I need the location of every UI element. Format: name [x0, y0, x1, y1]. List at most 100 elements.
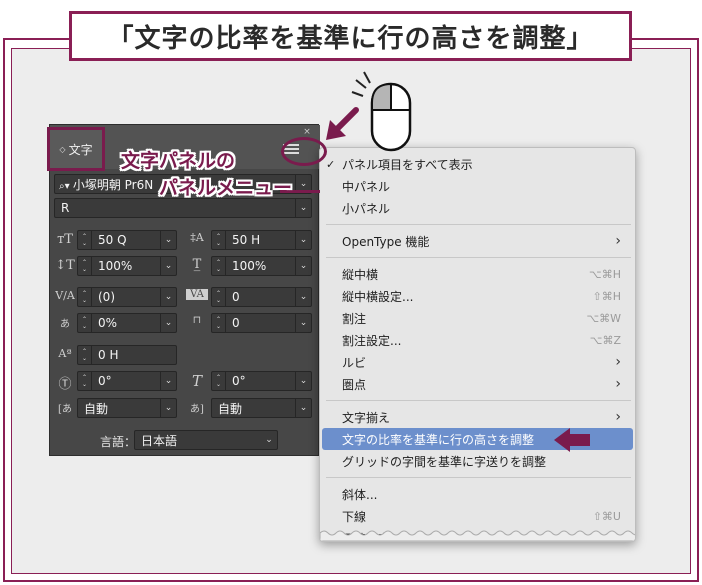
- horizontal-scale-value: 100%: [232, 259, 267, 273]
- chevron-down-icon: ⌄: [295, 314, 311, 332]
- menu-item-medium-panel[interactable]: 中パネル: [320, 175, 635, 197]
- aki-after-value: 自動: [218, 401, 243, 416]
- font-style-value: R: [61, 201, 70, 215]
- stepper-icon[interactable]: ⌃ ⌄: [78, 372, 92, 390]
- tracking-field[interactable]: ⌃ ⌄ 0 ⌄: [211, 287, 312, 307]
- callout-text: 文字パネルの パネルメニュー: [121, 148, 292, 202]
- baseline-shift-icon: Aª: [58, 347, 72, 360]
- tsume-field[interactable]: ⌃ ⌄ 0% ⌄: [77, 313, 177, 333]
- menu-item-label: 下線: [342, 509, 367, 524]
- tsume-icon: あ: [60, 319, 70, 330]
- baseline-shift-field[interactable]: ⌃ ⌄ 0 H: [77, 345, 177, 365]
- stepper-icon[interactable]: ⌃ ⌄: [212, 372, 226, 390]
- skew-icon: T: [191, 372, 202, 390]
- font-size-value: 50 Q: [98, 233, 127, 247]
- menu-item-label: 文字揃え: [342, 410, 391, 425]
- kerning-field[interactable]: ⌃ ⌄ (0) ⌄: [77, 287, 177, 307]
- menu-item-shortcut: ⇧⌘U: [592, 509, 621, 523]
- stepper-icon[interactable]: ⌃ ⌄: [78, 257, 92, 275]
- stepper-icon[interactable]: ⌃ ⌄: [78, 231, 92, 249]
- menu-item-tatechuyoko[interactable]: 縦中横 ⌥⌘H: [320, 263, 635, 285]
- leading-field[interactable]: ⌃ ⌄ 50 H ⌄: [211, 230, 312, 250]
- vertical-scale-field[interactable]: ⌃ ⌄ 100% ⌄: [77, 256, 177, 276]
- close-icon[interactable]: ×: [302, 127, 312, 137]
- chevron-down-icon: ⌄: [160, 372, 176, 390]
- menu-item-label: 割注設定...: [342, 333, 402, 348]
- rotation-icon: Ⓣ: [58, 377, 72, 392]
- stepper-icon[interactable]: ⌃ ⌄: [78, 314, 92, 332]
- menu-item-ruby[interactable]: ルビ ›: [320, 351, 635, 373]
- menu-item-shortcut: ⇧⌘H: [592, 289, 622, 303]
- menu-item-shortcut: ⌥⌘Z: [589, 333, 621, 347]
- menu-item-label: グリッドの字間を基準に字送りを調整: [342, 454, 547, 469]
- menu-item-warichu[interactable]: 割注 ⌥⌘W: [320, 307, 635, 329]
- stepper-icon[interactable]: ⌃ ⌄: [212, 231, 226, 249]
- kerning-icon: V/A: [55, 289, 75, 302]
- menu-item-label: ルビ: [342, 355, 367, 370]
- skew-field[interactable]: ⌃ ⌄ 0° ⌄: [211, 371, 312, 391]
- menu-item-tatechuyoko-settings[interactable]: 縦中横設定... ⇧⌘H: [320, 285, 635, 307]
- menu-item-small-panel[interactable]: 小パネル: [320, 197, 635, 219]
- chevron-down-icon: ⌄: [295, 257, 311, 275]
- menu-item-kenten[interactable]: 圏点 ›: [320, 373, 635, 395]
- menu-item-underline[interactable]: 下線 ⇧⌘U: [320, 505, 635, 527]
- arrow-icon: [554, 428, 590, 452]
- panel-tab-label: 文字: [68, 142, 93, 157]
- stepper-icon[interactable]: ⌃ ⌄: [212, 257, 226, 275]
- stepper-icon[interactable]: ⌃ ⌄: [78, 346, 92, 364]
- menu-item-label: 斜体...: [342, 487, 378, 502]
- menu-item-label: 縦中横: [342, 267, 379, 282]
- tsume-value: 0%: [98, 316, 118, 330]
- horizontal-scale-field[interactable]: ⌃ ⌄ 100% ⌄: [211, 256, 312, 276]
- search-icon: ⌕▾: [59, 180, 73, 192]
- tracking-icon: VA: [186, 289, 208, 300]
- menu-item-label: 中パネル: [342, 179, 391, 194]
- menu-item-show-all[interactable]: ✓ パネル項目をすべて表示: [320, 153, 635, 175]
- aki-field[interactable]: ⌃ ⌄ 0 ⌄: [211, 313, 312, 333]
- menu-separator: [326, 257, 631, 258]
- callout-line-1: 文字パネルの: [121, 150, 236, 172]
- leading-value: 50 H: [232, 233, 261, 247]
- stepper-icon[interactable]: ⌃ ⌄: [212, 314, 226, 332]
- chevron-down-icon: ⌄: [160, 257, 176, 275]
- tracking-value: 0: [232, 290, 240, 304]
- menu-item-label: OpenType 機能: [342, 234, 430, 249]
- aki-after-select[interactable]: 自動 ⌄: [211, 398, 312, 418]
- aki-after-icon: あ]: [190, 404, 204, 415]
- chevron-down-icon: ⌄: [265, 435, 273, 445]
- menu-item-warichu-settings[interactable]: 割注設定... ⌥⌘Z: [320, 329, 635, 351]
- chevron-right-icon: ›: [615, 409, 621, 425]
- menu-item-label: 圏点: [342, 377, 367, 392]
- font-size-field[interactable]: ⌃ ⌄ 50 Q ⌄: [77, 230, 177, 250]
- chevron-down-icon: ⌄: [295, 372, 311, 390]
- language-value: 日本語: [141, 433, 178, 448]
- kerning-value: (0): [98, 290, 115, 304]
- chevron-right-icon: ›: [615, 233, 621, 249]
- stepper-icon[interactable]: ⌃ ⌄: [78, 288, 92, 306]
- menu-item-shortcut: ⌥⌘H: [589, 267, 621, 281]
- chevron-down-icon: ⌄: [295, 231, 311, 249]
- chevron-down-icon: ⌄: [160, 231, 176, 249]
- chevron-down-icon: ⌄: [295, 399, 311, 417]
- panel-tab-character[interactable]: ◇ 文字: [47, 127, 105, 171]
- stepper-icon[interactable]: ⌃ ⌄: [212, 288, 226, 306]
- aki-before-select[interactable]: 自動 ⌄: [77, 398, 177, 418]
- aki-before-icon: [あ: [58, 404, 72, 415]
- language-select[interactable]: 日本語 ⌄: [134, 430, 278, 450]
- chevron-right-icon: ›: [615, 354, 621, 370]
- torn-edge: [320, 530, 635, 541]
- check-icon: ✓: [326, 157, 336, 171]
- menu-item-opentype[interactable]: OpenType 機能 ›: [320, 230, 635, 252]
- chevron-down-icon: ⌄: [160, 314, 176, 332]
- vertical-scale-icon: ↕T: [55, 258, 75, 273]
- menu-item-italic[interactable]: 斜体...: [320, 483, 635, 505]
- skew-value: 0°: [232, 374, 246, 388]
- rotation-field[interactable]: ⌃ ⌄ 0° ⌄: [77, 371, 177, 391]
- menu-item-label: 割注: [342, 311, 367, 326]
- rotation-value: 0°: [98, 374, 112, 388]
- panel-menu: ✓ パネル項目をすべて表示 中パネル 小パネル OpenType 機能 › 縦中…: [319, 147, 636, 542]
- chevron-down-icon: ⌄: [160, 288, 176, 306]
- menu-separator: [326, 400, 631, 401]
- menu-separator: [326, 477, 631, 478]
- aki-value: 0: [232, 316, 240, 330]
